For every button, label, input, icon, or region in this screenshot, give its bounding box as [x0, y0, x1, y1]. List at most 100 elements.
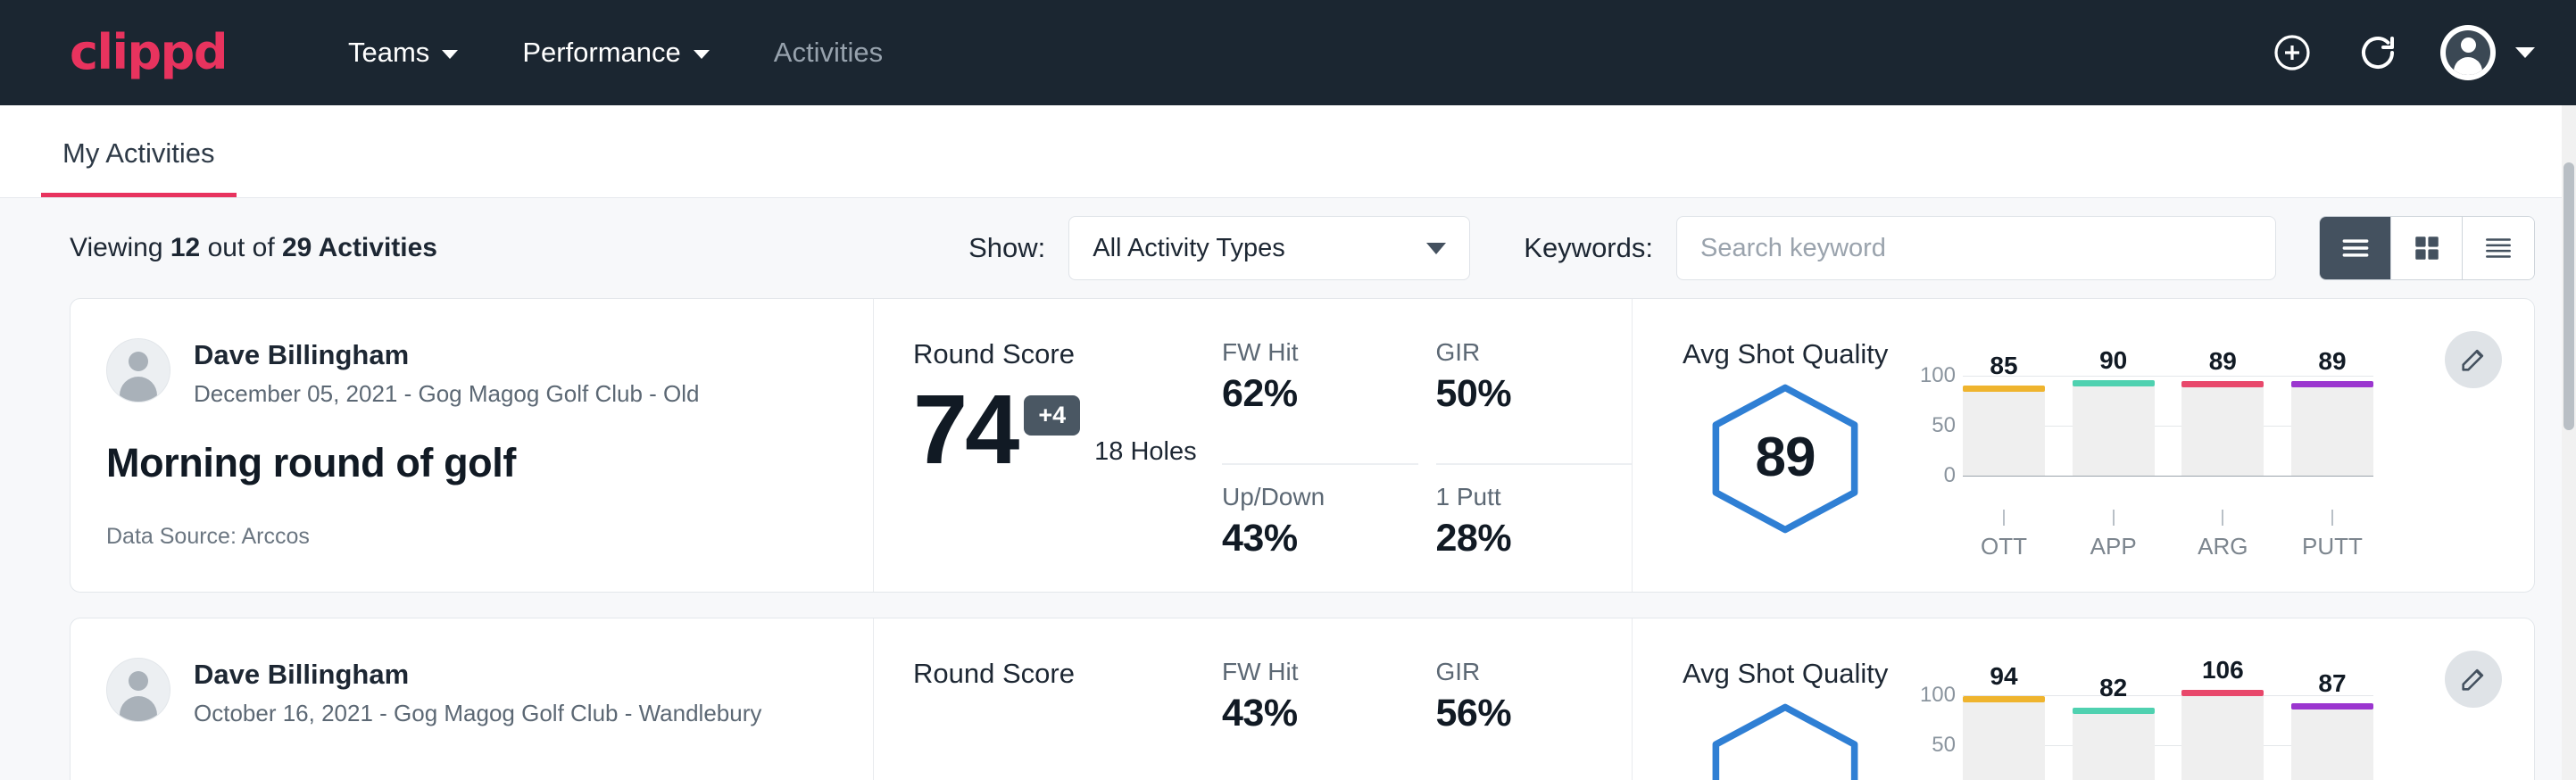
bar-top-cap	[2181, 381, 2264, 387]
nav-item-performance[interactable]: Performance	[490, 26, 741, 79]
activity-card[interactable]: Dave Billingham October 16, 2021 - Gog M…	[70, 618, 2535, 780]
account-menu-button[interactable]	[2440, 25, 2535, 80]
player-identity: Dave Billingham October 16, 2021 - Gog M…	[106, 658, 837, 727]
search-input[interactable]	[1676, 216, 2276, 280]
account-avatar-icon	[2440, 25, 2496, 80]
y-axis: 100 50 0	[1909, 376, 1956, 502]
round-score-column: Round Score 74 +4 18 Holes	[874, 299, 1213, 592]
stat-value: 56%	[1436, 692, 1591, 735]
bar-value-label: 87	[2291, 669, 2373, 698]
tab-my-activities[interactable]: My Activities	[41, 137, 237, 197]
grid-view-button[interactable]	[2391, 217, 2463, 279]
bar-group-app: 90	[2073, 376, 2155, 476]
hexagon-icon	[1700, 699, 1870, 780]
bar-series: 94 82 106 87	[1963, 695, 2373, 780]
bar: 87	[2291, 709, 2373, 780]
compact-view-button[interactable]	[2463, 217, 2534, 279]
edit-activity-button[interactable]	[2445, 651, 2502, 708]
avatar	[106, 658, 170, 722]
y-axis-tick-0: 0	[1944, 463, 1956, 488]
scrollbar-thumb[interactable]	[2564, 162, 2574, 430]
holes-count: 18 Holes	[1094, 437, 1196, 467]
x-axis-label: OTT	[1963, 533, 2045, 560]
round-stats-column: FW Hit 43% GIR 56% Up/Down 1 Putt	[1213, 618, 1633, 780]
activity-date-venue: October 16, 2021 - Gog Magog Golf Club -…	[194, 700, 761, 727]
y-axis-tick-100: 100	[1920, 363, 1956, 388]
nav-item-teams-label: Teams	[348, 37, 429, 69]
stat-label: GIR	[1436, 338, 1591, 367]
bar-value-label: 85	[1963, 352, 2045, 380]
bar: 94	[1963, 701, 2045, 780]
y-axis: 100 50 0	[1909, 695, 1956, 780]
stat-value: 50%	[1436, 372, 1591, 416]
player-name: Dave Billingham	[194, 338, 700, 373]
y-axis-tick-50: 50	[1932, 413, 1956, 438]
bar-value-label: 90	[2073, 346, 2155, 375]
show-label: Show:	[968, 232, 1045, 264]
viewing-middle: out of	[208, 233, 275, 262]
stat-gir: GIR 56%	[1436, 658, 1633, 780]
avg-shot-quality-column: Avg Shot Quality 89 100 50 0	[1633, 299, 2534, 592]
avatar	[106, 338, 170, 402]
round-score-heading: Round Score	[913, 658, 1213, 690]
shot-quality-bar-chart: 100 50 0 85 90	[1909, 376, 2373, 554]
bar-value-label: 89	[2181, 347, 2264, 376]
chevron-down-icon	[442, 50, 458, 59]
stat-up-down: Up/Down 43%	[1222, 483, 1418, 592]
bar-top-cap	[2181, 690, 2264, 696]
bar-value-label: 82	[2073, 674, 2155, 702]
filter-bar: Viewing 12 out of 29 Activities Show: Al…	[0, 198, 2576, 298]
x-axis-tick: PUTT	[2291, 510, 2373, 560]
nav-item-activities[interactable]: Activities	[742, 26, 915, 79]
chevron-down-icon	[2515, 47, 2535, 58]
x-axis-tick: ARG	[2181, 510, 2264, 560]
player-identity: Dave Billingham December 05, 2021 - Gog …	[106, 338, 837, 408]
avg-shot-quality-column: Avg Shot Quality 100 50 0	[1633, 618, 2534, 780]
activity-card-list: Dave Billingham December 05, 2021 - Gog …	[0, 298, 2576, 780]
stat-fw-hit: FW Hit 43%	[1222, 658, 1418, 780]
stat-label: 1 Putt	[1436, 483, 1591, 511]
stat-label: FW Hit	[1222, 658, 1377, 686]
refresh-icon[interactable]	[2355, 29, 2401, 76]
bar-group-arg: 89	[2181, 376, 2264, 476]
bar: 89	[2291, 386, 2373, 476]
bar-group-ott: 85	[1963, 376, 2045, 476]
viewing-count-text: Viewing 12 out of 29 Activities	[70, 233, 437, 263]
activity-card[interactable]: Dave Billingham December 05, 2021 - Gog …	[70, 298, 2535, 593]
quality-content-row: 89 100 50 0 85	[1683, 376, 2534, 554]
tab-bar: My Activities	[0, 105, 2576, 198]
x-tick-mark	[2222, 510, 2223, 526]
stat-value: 43%	[1222, 692, 1377, 735]
bar: 90	[2073, 386, 2155, 476]
nav-item-teams[interactable]: Teams	[316, 26, 490, 79]
viewing-prefix: Viewing	[70, 233, 163, 262]
bar-value-label: 94	[1963, 662, 2045, 691]
add-circle-icon[interactable]	[2269, 29, 2315, 76]
x-axis-label: APP	[2073, 533, 2155, 560]
view-toggle-group	[2319, 216, 2535, 280]
y-axis-tick-100: 100	[1920, 683, 1956, 708]
edit-activity-button[interactable]	[2445, 331, 2502, 388]
list-view-button[interactable]	[2320, 217, 2391, 279]
y-axis-tick-50: 50	[1932, 733, 1956, 758]
x-tick-mark	[2331, 510, 2333, 526]
stat-value: 62%	[1222, 372, 1377, 416]
round-stats-column: FW Hit 62% GIR 50% Up/Down 43% 1 Putt 28…	[1213, 299, 1633, 592]
score-to-par-badge: +4	[1024, 395, 1080, 436]
activity-info-column: Dave Billingham October 16, 2021 - Gog M…	[71, 618, 874, 780]
page-scrollbar[interactable]	[2562, 105, 2576, 780]
x-axis-label: PUTT	[2291, 533, 2373, 560]
bar-value-label: 89	[2291, 347, 2373, 376]
bar: 82	[2073, 713, 2155, 780]
quality-hexagon-wrap	[1683, 695, 1888, 780]
bar-series: 85 90 89 89	[1963, 376, 2373, 476]
chevron-down-icon	[694, 50, 710, 59]
viewing-count: 12	[170, 233, 200, 262]
tab-my-activities-label: My Activities	[62, 137, 215, 169]
bar-group-ott: 94	[1963, 695, 2045, 780]
app-logo[interactable]: clippd	[70, 29, 227, 77]
x-axis-label: ARG	[2181, 533, 2264, 560]
activity-type-select[interactable]: All Activity Types	[1068, 216, 1470, 280]
round-score-column: Round Score	[874, 618, 1213, 780]
chart-plot-area: 94 82 106 87	[1963, 695, 2373, 780]
